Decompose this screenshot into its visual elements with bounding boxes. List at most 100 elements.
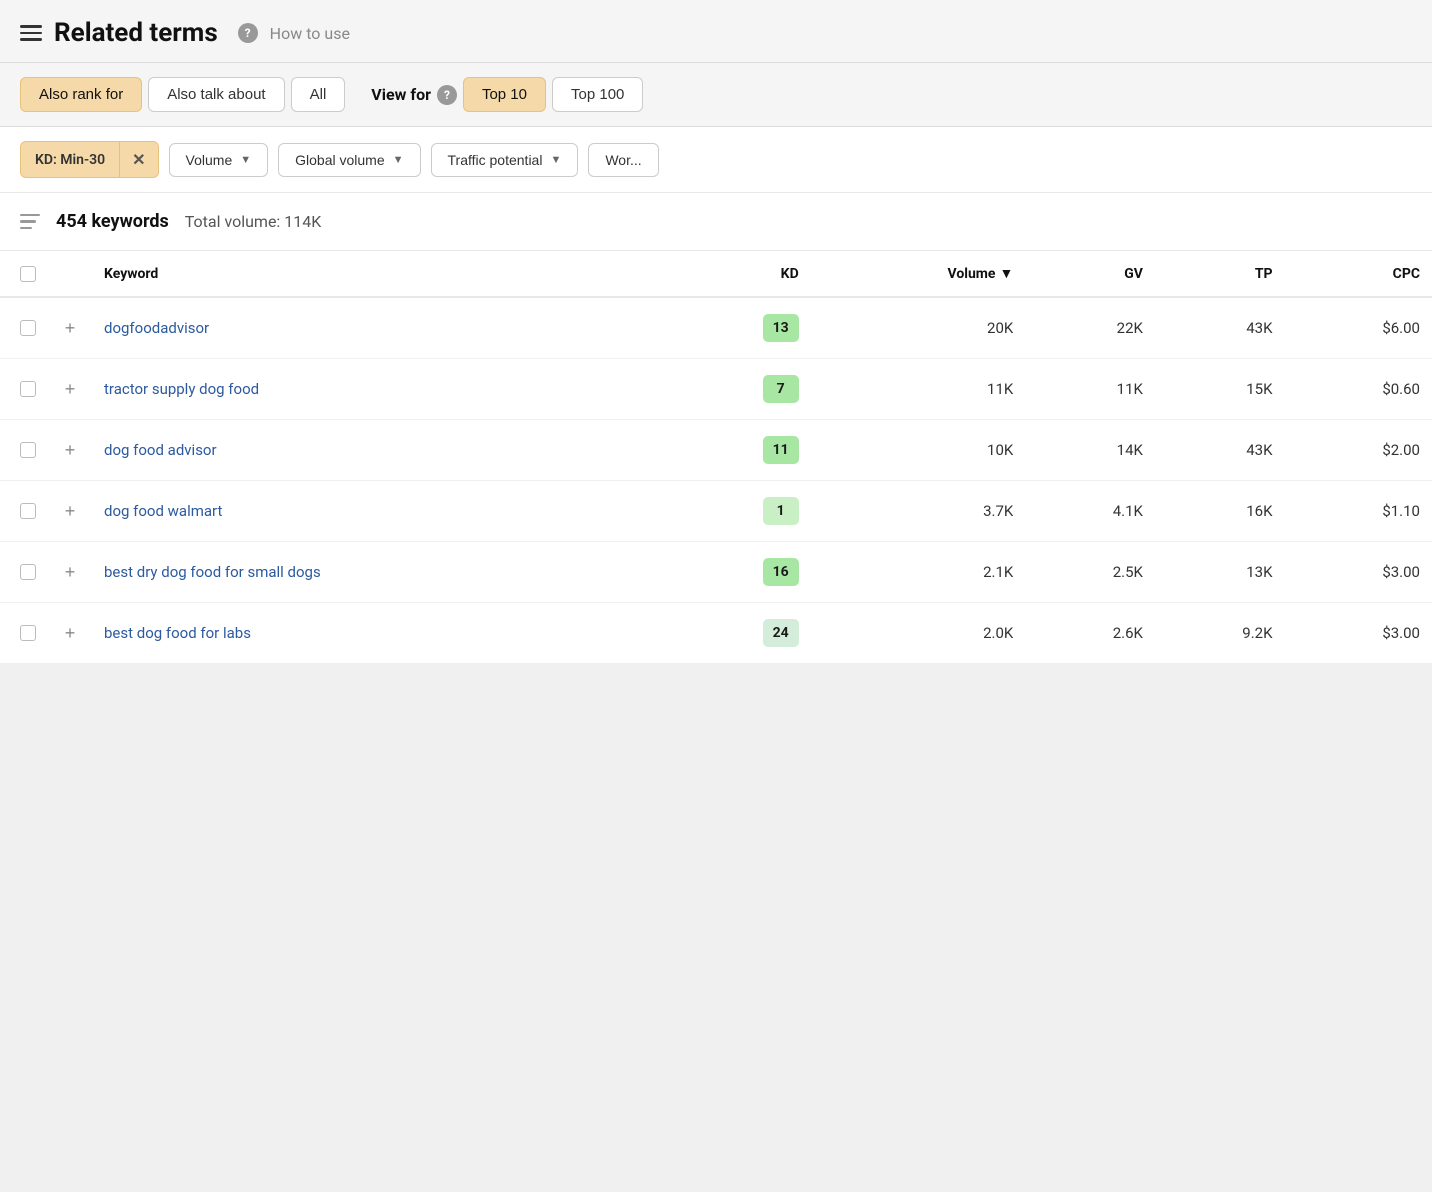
row-keyword-cell: best dog food for labs <box>92 603 667 664</box>
filter-tabs-bar: Also rank for Also talk about All View f… <box>0 63 1432 127</box>
gv-col-header: GV <box>1025 251 1155 297</box>
keyword-link[interactable]: best dog food for labs <box>104 624 251 642</box>
keyword-link[interactable]: dog food walmart <box>104 502 222 520</box>
keywords-summary: 454 keywords Total volume: 114K <box>0 193 1432 251</box>
row-add-cell[interactable]: + <box>48 420 92 481</box>
keyword-link[interactable]: dog food advisor <box>104 441 217 459</box>
row-kd-cell: 16 <box>667 542 810 603</box>
row-kd-cell: 1 <box>667 481 810 542</box>
add-keyword-button[interactable]: + <box>60 440 80 460</box>
volume-sort-icon[interactable]: ▼ <box>999 265 1013 282</box>
how-to-use-link[interactable]: How to use <box>270 24 350 43</box>
row-kd-cell: 13 <box>667 297 810 359</box>
volume-filter-dropdown[interactable]: Volume ▼ <box>169 143 269 177</box>
global-volume-chevron-icon: ▼ <box>393 154 404 166</box>
add-keyword-button[interactable]: + <box>60 562 80 582</box>
row-cpc-cell: $1.10 <box>1285 481 1432 542</box>
top-10-button[interactable]: Top 10 <box>463 77 546 112</box>
select-all-checkbox-header[interactable] <box>0 251 48 297</box>
row-volume-cell: 3.7K <box>811 481 1026 542</box>
row-checkbox-cell[interactable] <box>0 603 48 664</box>
tp-col-header: TP <box>1155 251 1285 297</box>
row-checkbox[interactable] <box>20 442 36 458</box>
table-row: + best dog food for labs 24 2.0K 2.6K 9.… <box>0 603 1432 664</box>
kd-badge: 1 <box>763 497 799 525</box>
row-tp-cell: 43K <box>1155 297 1285 359</box>
row-checkbox-cell[interactable] <box>0 481 48 542</box>
row-add-cell[interactable]: + <box>48 297 92 359</box>
row-checkbox-cell[interactable] <box>0 420 48 481</box>
kd-col-header: KD <box>667 251 810 297</box>
view-for-label: View for <box>371 85 431 104</box>
row-kd-cell: 24 <box>667 603 810 664</box>
row-keyword-cell: dogfoodadvisor <box>92 297 667 359</box>
kd-badge: 7 <box>763 375 799 403</box>
row-gv-cell: 22K <box>1025 297 1155 359</box>
row-tp-cell: 9.2K <box>1155 603 1285 664</box>
row-volume-cell: 10K <box>811 420 1026 481</box>
row-cpc-cell: $0.60 <box>1285 359 1432 420</box>
word-count-filter-dropdown[interactable]: Wor... <box>588 143 658 177</box>
row-add-cell[interactable]: + <box>48 603 92 664</box>
table-row: + dog food advisor 11 10K 14K 43K $2.00 <box>0 420 1432 481</box>
row-keyword-cell: tractor supply dog food <box>92 359 667 420</box>
view-for-help-icon[interactable]: ? <box>437 85 457 105</box>
add-keyword-button[interactable]: + <box>60 318 80 338</box>
row-add-cell[interactable]: + <box>48 542 92 603</box>
row-add-cell[interactable]: + <box>48 481 92 542</box>
row-cpc-cell: $2.00 <box>1285 420 1432 481</box>
row-checkbox[interactable] <box>20 564 36 580</box>
table-row: + tractor supply dog food 7 11K 11K 15K … <box>0 359 1432 420</box>
row-tp-cell: 13K <box>1155 542 1285 603</box>
cpc-col-header: CPC <box>1285 251 1432 297</box>
total-volume: Total volume: 114K <box>185 212 322 231</box>
tab-all[interactable]: All <box>291 77 346 112</box>
add-keyword-button[interactable]: + <box>60 501 80 521</box>
kd-filter-close-button[interactable]: ✕ <box>119 142 157 177</box>
row-keyword-cell: dog food walmart <box>92 481 667 542</box>
volume-filter-label: Volume <box>186 152 233 168</box>
row-gv-cell: 11K <box>1025 359 1155 420</box>
row-volume-cell: 20K <box>811 297 1026 359</box>
add-keyword-button[interactable]: + <box>60 379 80 399</box>
tab-also-rank-for[interactable]: Also rank for <box>20 77 142 112</box>
keyword-col-header: Keyword <box>92 251 667 297</box>
row-checkbox-cell[interactable] <box>0 359 48 420</box>
kd-badge: 13 <box>763 314 799 342</box>
kd-badge: 16 <box>763 558 799 586</box>
row-checkbox-cell[interactable] <box>0 297 48 359</box>
add-keyword-button[interactable]: + <box>60 623 80 643</box>
row-checkbox[interactable] <box>20 503 36 519</box>
word-count-filter-label: Wor... <box>605 152 641 168</box>
keyword-link[interactable]: best dry dog food for small dogs <box>104 563 321 581</box>
row-add-cell[interactable]: + <box>48 359 92 420</box>
row-gv-cell: 2.6K <box>1025 603 1155 664</box>
kd-filter-tag: KD: Min-30 ✕ <box>20 141 159 178</box>
kd-badge: 11 <box>763 436 799 464</box>
tab-also-talk-about[interactable]: Also talk about <box>148 77 284 112</box>
row-volume-cell: 2.1K <box>811 542 1026 603</box>
page-title: Related terms <box>54 18 218 48</box>
traffic-potential-filter-label: Traffic potential <box>448 152 543 168</box>
keyword-link[interactable]: dogfoodadvisor <box>104 319 209 337</box>
traffic-potential-filter-dropdown[interactable]: Traffic potential ▼ <box>431 143 579 177</box>
row-kd-cell: 7 <box>667 359 810 420</box>
row-keyword-cell: dog food advisor <box>92 420 667 481</box>
row-cpc-cell: $6.00 <box>1285 297 1432 359</box>
table-header-row: Keyword KD Volume ▼ GV TP CPC <box>0 251 1432 297</box>
row-checkbox[interactable] <box>20 625 36 641</box>
row-volume-cell: 11K <box>811 359 1026 420</box>
keyword-link[interactable]: tractor supply dog food <box>104 380 259 398</box>
sort-lines-icon <box>20 214 40 230</box>
row-gv-cell: 14K <box>1025 420 1155 481</box>
row-checkbox[interactable] <box>20 381 36 397</box>
row-checkbox[interactable] <box>20 320 36 336</box>
row-checkbox-cell[interactable] <box>0 542 48 603</box>
select-all-checkbox[interactable] <box>20 266 36 282</box>
top-100-button[interactable]: Top 100 <box>552 77 643 112</box>
menu-icon[interactable] <box>20 25 42 41</box>
row-cpc-cell: $3.00 <box>1285 542 1432 603</box>
help-icon[interactable]: ? <box>238 23 258 43</box>
global-volume-filter-dropdown[interactable]: Global volume ▼ <box>278 143 420 177</box>
row-kd-cell: 11 <box>667 420 810 481</box>
